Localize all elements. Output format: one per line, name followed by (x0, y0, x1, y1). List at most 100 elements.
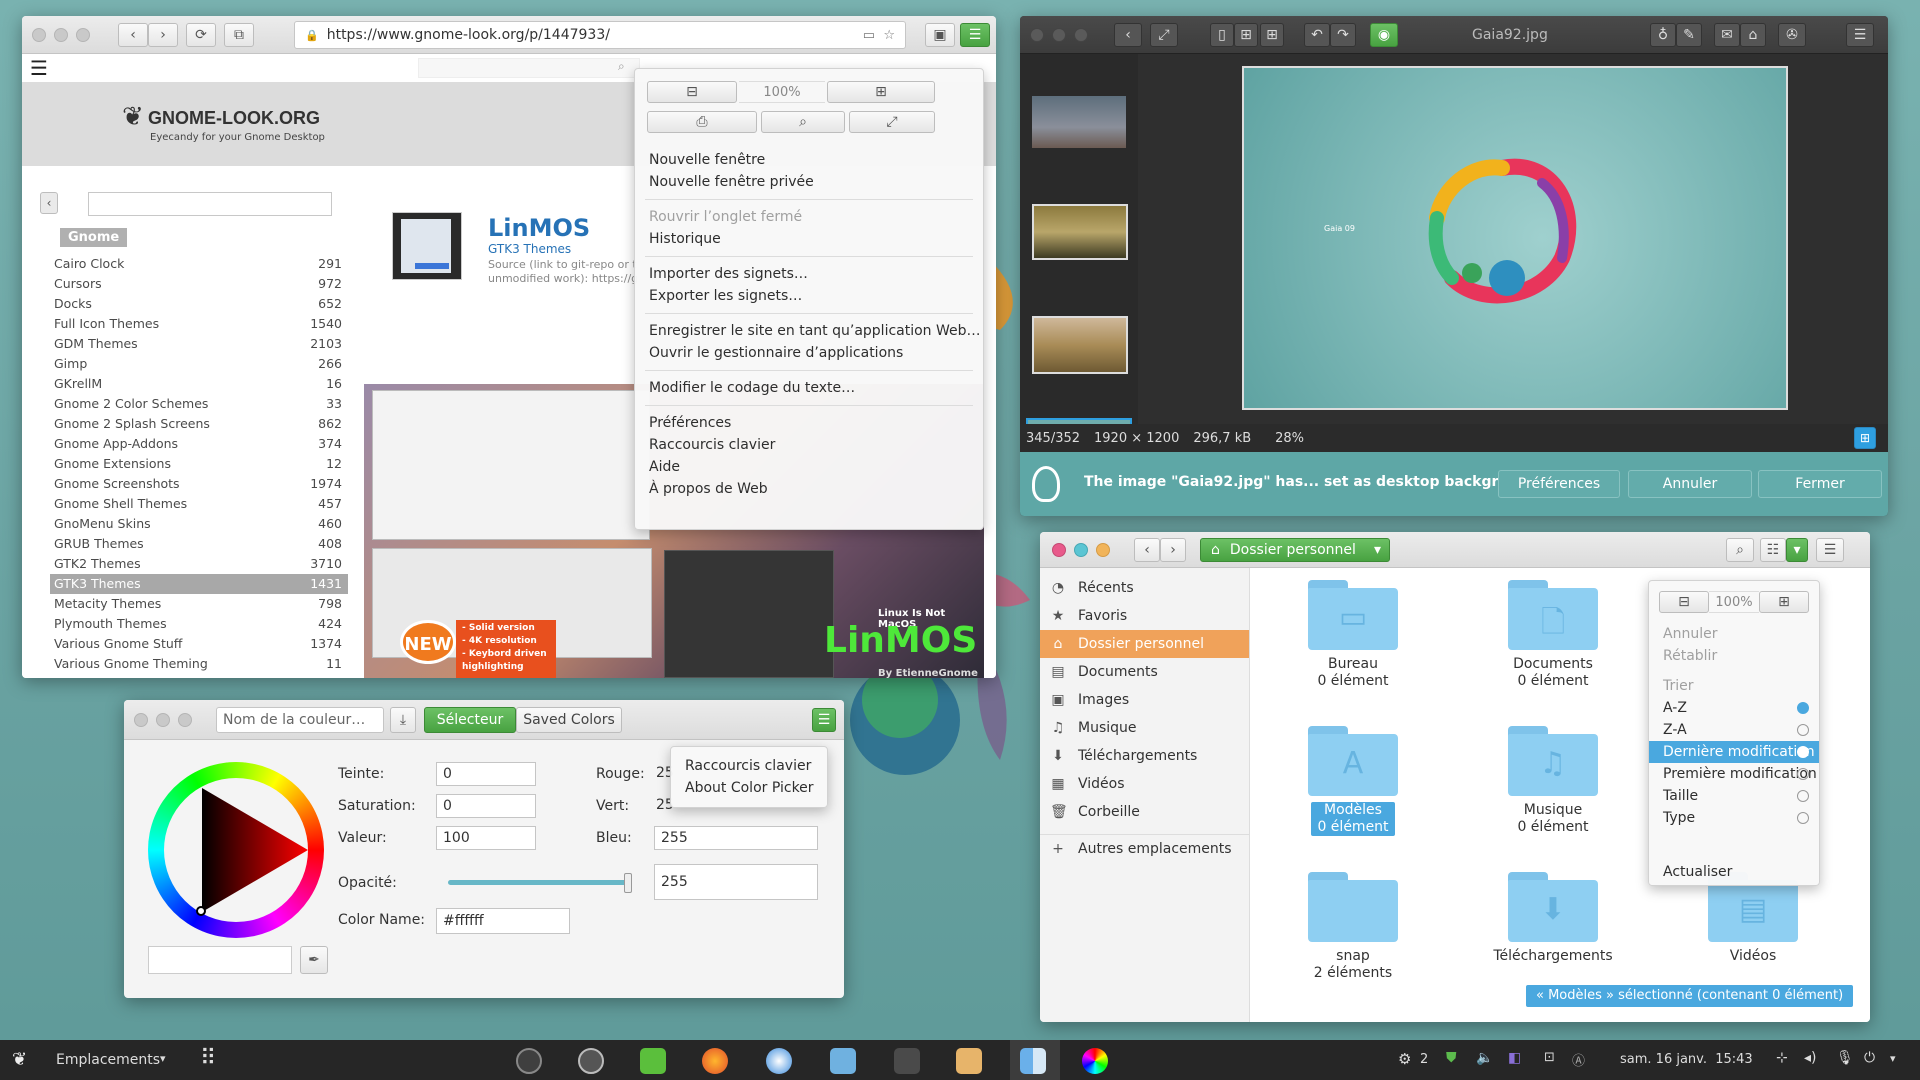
browser-menu-item[interactable]: Ouvrir le gestionnaire d’applications (635, 342, 983, 364)
dock-icon-safari[interactable] (766, 1048, 792, 1074)
dock-icon-settings[interactable] (578, 1048, 604, 1074)
sort-option[interactable]: Taille (1649, 785, 1819, 807)
sidebar-item[interactable]: ⬇ Téléchargements (1040, 742, 1249, 770)
minimize-button[interactable] (54, 28, 68, 42)
browser-menu-item[interactable]: Exporter les signets… (635, 285, 983, 307)
forward-button[interactable]: › (1160, 538, 1186, 562)
chevron-down-icon[interactable]: ▾ (1890, 1052, 1896, 1065)
opacity-input[interactable]: 255 (654, 864, 818, 900)
tag-button[interactable]: ⌂ (1740, 23, 1766, 47)
hamburger-icon[interactable]: ☰ (30, 56, 48, 80)
sort-option[interactable]: Première modification (1649, 763, 1819, 785)
category-filter-input[interactable] (88, 192, 332, 216)
browser-menu-item[interactable]: Nouvelle fenêtre (635, 149, 983, 171)
maximize-button[interactable] (1074, 28, 1088, 42)
menu-shortcuts[interactable]: Raccourcis clavier (671, 755, 827, 777)
hue-input[interactable]: 0 (436, 762, 536, 786)
blue-input[interactable]: 255 (654, 826, 818, 850)
redo-item[interactable]: Rétablir (1649, 645, 1717, 667)
browser-menu-item[interactable]: Préférences (635, 412, 983, 434)
dock-icon-monitor[interactable] (516, 1048, 542, 1074)
fullscreen-button[interactable]: ⤢ (849, 111, 935, 133)
gear-icon[interactable]: ⚙ (1398, 1050, 1411, 1068)
category-item[interactable]: Gnome Extensions 12 (50, 454, 348, 474)
location-button[interactable]: ⌂ Dossier personnel ▾ (1200, 538, 1390, 562)
browser-menu-item[interactable]: Raccourcis clavier (635, 434, 983, 456)
folder-item[interactable]: A Modèles 0 élément (1278, 726, 1428, 836)
folder-item[interactable]: ⬇ Téléchargements (1478, 872, 1628, 965)
category-item[interactable]: GTK2 Themes 3710 (50, 554, 348, 574)
find-button[interactable]: ⌕ (761, 111, 845, 133)
properties-button[interactable]: ♁ (1650, 23, 1676, 47)
url-bar[interactable]: 🔒 https://www.gnome-look.org/p/1447933/ … (294, 21, 906, 49)
close-button[interactable] (134, 713, 148, 727)
add-button[interactable]: ⊞ (1260, 23, 1284, 47)
category-header[interactable]: Gnome (60, 228, 128, 247)
reader-icon[interactable]: ▭ (863, 28, 875, 43)
files-menu-button[interactable]: ☰ (1816, 538, 1844, 562)
sidebar-item[interactable]: ▦ Vidéos (1040, 770, 1249, 798)
app-grid-icon[interactable]: ⠿ (200, 1046, 216, 1071)
category-item[interactable]: Gnome 2 Splash Screens 862 (50, 414, 348, 434)
sidebar-item[interactable]: ◔ Récents (1040, 574, 1249, 602)
thumbnail[interactable] (1032, 316, 1128, 374)
color-picker-menu-button[interactable]: ☰ (812, 708, 836, 732)
microphone-icon[interactable]: 🎙 (1836, 1050, 1854, 1066)
search-icon[interactable]: ⌕ (618, 59, 625, 74)
sidebar-item[interactable]: ▣ Images (1040, 686, 1249, 714)
sidebar-item[interactable]: ▤ Documents (1040, 658, 1249, 686)
tab-selector[interactable]: Sélecteur (424, 707, 516, 733)
maximize-button[interactable] (178, 713, 192, 727)
category-item[interactable]: GKrellM 16 (50, 374, 348, 394)
comment-button[interactable]: ✉ (1714, 23, 1740, 47)
color-triangle[interactable] (148, 762, 324, 938)
dock-icon-finder[interactable] (1020, 1048, 1046, 1074)
sat-input[interactable]: 0 (436, 794, 536, 818)
reload-button[interactable]: ⟳ (186, 23, 216, 47)
category-item[interactable]: GnoMenu Skins 460 (50, 514, 348, 534)
rotate-left-button[interactable]: ↶ (1304, 23, 1330, 47)
single-view-button[interactable]: ▯ (1210, 23, 1234, 47)
grid-view-button[interactable]: ⊞ (1234, 23, 1258, 47)
forward-button[interactable]: › (148, 23, 178, 47)
sidebar-item[interactable]: + Autres emplacements (1040, 834, 1249, 862)
close-button[interactable] (1030, 28, 1044, 42)
back-button[interactable]: ‹ (1134, 538, 1160, 562)
category-item[interactable]: Gimp 266 (50, 354, 348, 374)
browser-menu-item[interactable]: Aide (635, 456, 983, 478)
sidebar-item[interactable]: ⌂ Dossier personnel (1040, 630, 1249, 658)
back-button[interactable]: ‹ (118, 23, 148, 47)
browser-menu-item[interactable]: Enregistrer le site en tant qu’applicati… (635, 320, 983, 342)
site-search-input[interactable] (418, 58, 640, 78)
gallery-toggle-button[interactable]: ⊞ (1854, 427, 1876, 449)
minimize-button[interactable] (1052, 28, 1066, 42)
sort-option[interactable]: Z-A (1649, 719, 1819, 741)
print-button[interactable]: ⎙ (647, 111, 757, 133)
clock[interactable]: sam. 16 janv. 15:43 (1620, 1052, 1753, 1067)
folder-item[interactable]: snap 2 éléments (1278, 872, 1428, 982)
category-item[interactable]: Gnome App-Addons 374 (50, 434, 348, 454)
main-image[interactable]: Gaia 09 (1242, 66, 1788, 410)
menu-about[interactable]: About Color Picker (671, 777, 827, 799)
minimize-button[interactable] (1074, 543, 1088, 557)
browser-menu-item[interactable]: Importer des signets… (635, 263, 983, 285)
category-back-button[interactable]: ‹ (40, 192, 58, 214)
sort-option[interactable]: A-Z (1649, 697, 1819, 719)
view-options-button[interactable]: ▾ (1786, 538, 1808, 562)
speaker-icon[interactable]: ◂) (1804, 1050, 1817, 1066)
thumbnail[interactable] (1032, 96, 1126, 148)
val-input[interactable]: 100 (436, 826, 536, 850)
rotate-right-button[interactable]: ↷ (1330, 23, 1356, 47)
maximize-button[interactable] (1096, 543, 1110, 557)
product-thumb[interactable] (392, 212, 462, 280)
files-zoom-out-button[interactable]: ⊟ (1659, 591, 1709, 613)
network-icon[interactable]: ⊹ (1776, 1050, 1788, 1066)
new-tab-button[interactable]: ⧉ (224, 23, 254, 47)
colorname-input[interactable]: #ffffff (436, 908, 570, 934)
minimize-button[interactable] (156, 713, 170, 727)
undo-item[interactable]: Annuler (1649, 623, 1717, 645)
category-item[interactable]: GRUB Themes 408 (50, 534, 348, 554)
category-item[interactable]: Gnome 2 Color Schemes 33 (50, 394, 348, 414)
folder-item[interactable]: ♫ Musique 0 élément (1478, 726, 1628, 836)
workspace-1-icon[interactable]: ⊡ (1544, 1050, 1555, 1065)
